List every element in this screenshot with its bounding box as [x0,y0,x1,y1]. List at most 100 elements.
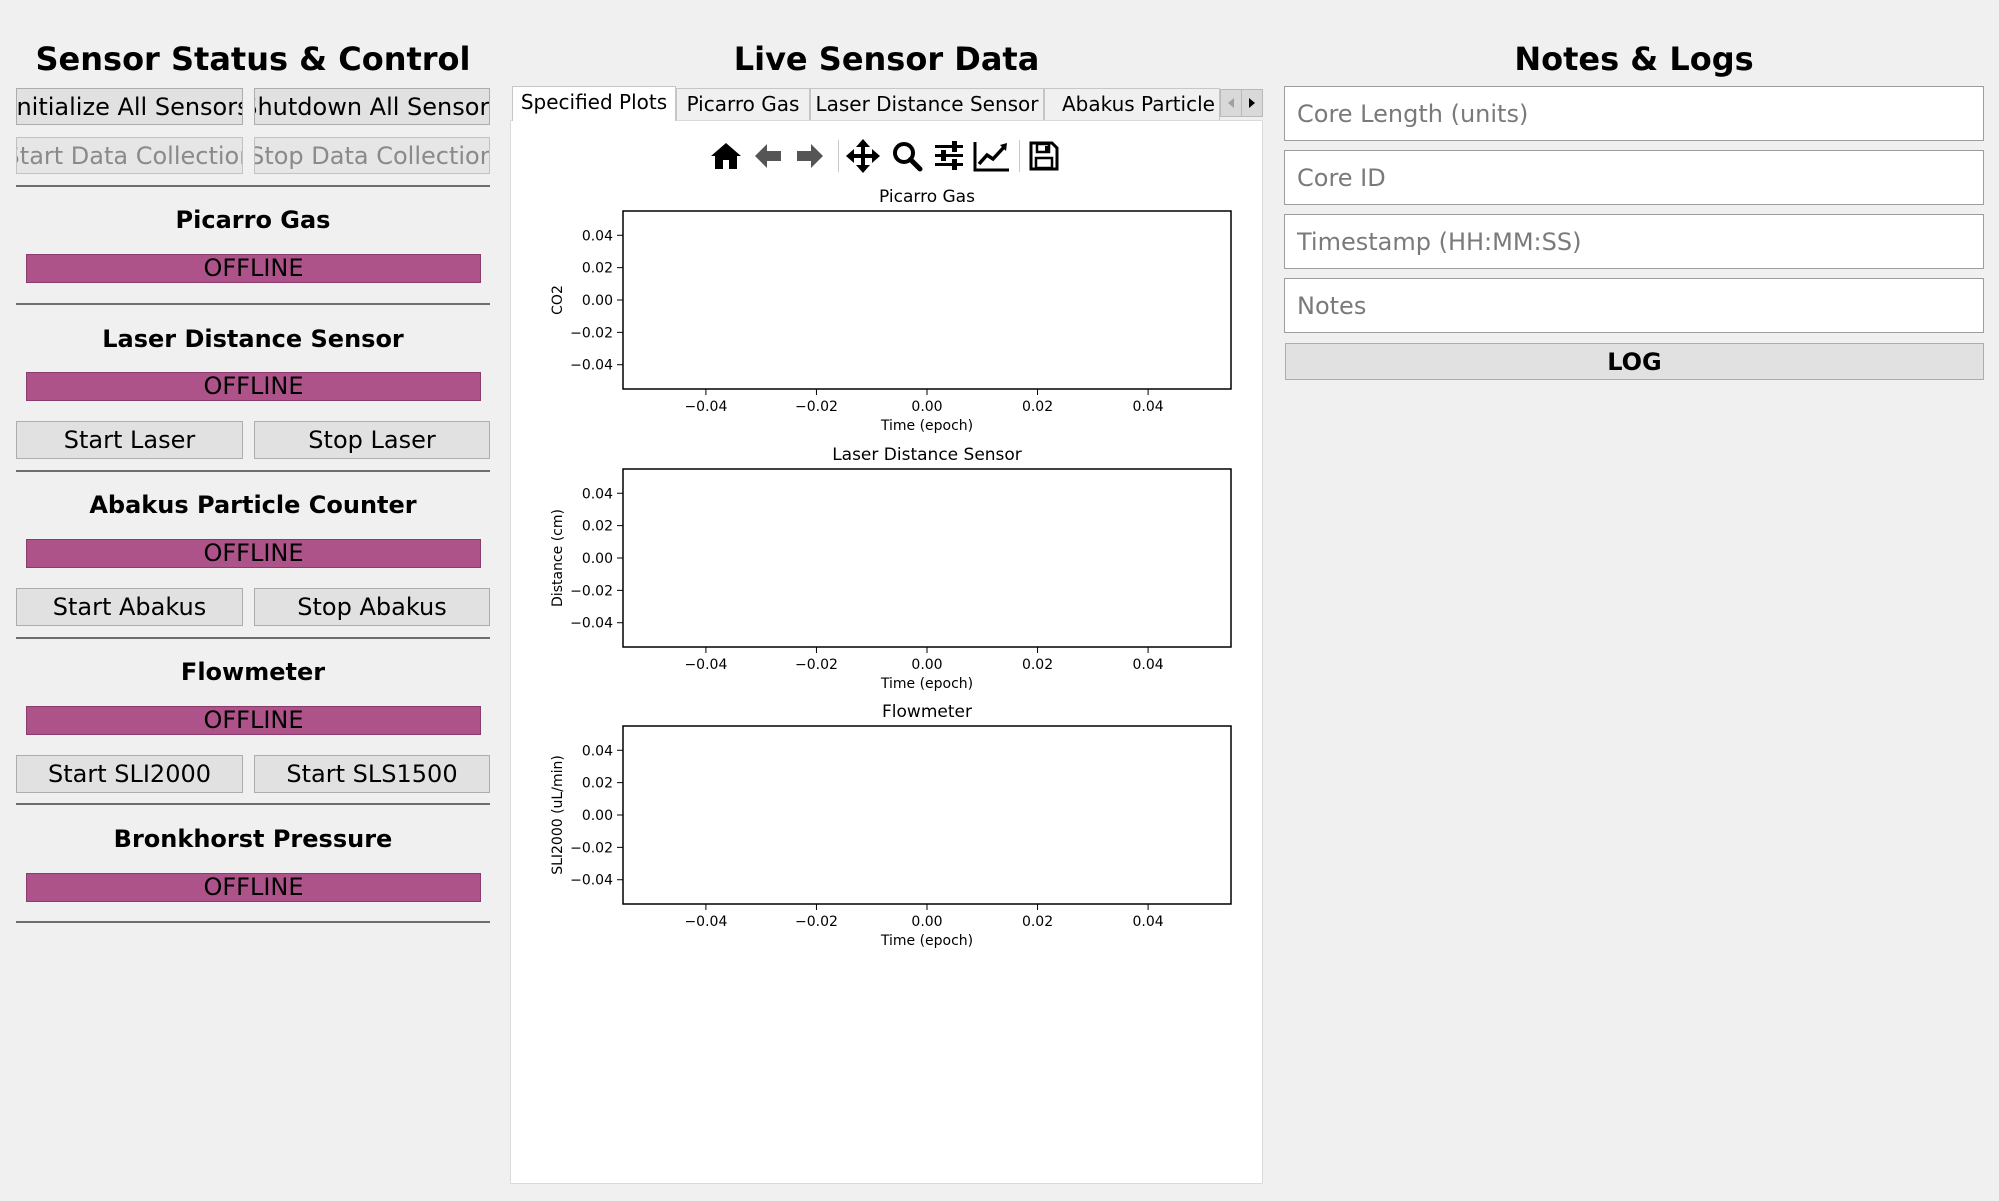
y-tick-label: 0.04 [582,743,613,759]
toolbar-separator [1019,140,1020,172]
tab-laser-distance-sensor[interactable]: Laser Distance Sensor [810,88,1044,120]
plot-area [622,210,1232,390]
sensor-status-title: Sensor Status & Control [35,40,471,78]
save-button[interactable] [1024,136,1064,176]
stop-laser-button[interactable]: Stop Laser [254,421,490,459]
chevron-left-icon [1228,98,1234,108]
edit-axis-button[interactable] [972,136,1012,176]
laser-status-badge: OFFLINE [26,372,481,401]
live-sensor-data-title: Live Sensor Data [733,40,1040,78]
x-tick-label: −0.02 [795,657,838,673]
x-tick-label: −0.04 [684,399,727,415]
flowmeter-chart[interactable]: Flowmeter −0.04 −0.02 0.00 0.02 0.04 0.04 0.02 0… [540,697,1240,952]
y-tick-label: 0.04 [582,486,613,502]
flowmeter-title: Flowmeter [180,658,326,686]
configure-subplots-button[interactable] [929,136,969,176]
picarro-gas-title: Picarro Gas [175,206,331,234]
y-tick-label: 0.00 [582,808,613,824]
tab-scroll-right-button[interactable] [1241,89,1263,117]
forward-arrow-icon [797,144,823,168]
y-tick-label: 0.02 [582,261,613,277]
x-tick-label: 0.02 [1022,399,1053,415]
tab-specified-plots[interactable]: Specified Plots [512,86,676,121]
home-icon [711,143,741,169]
stop-data-collection-button[interactable]: Stop Data Collection [254,137,490,174]
stop-abakus-button[interactable]: Stop Abakus [254,588,490,626]
x-tick-label: 0.00 [911,657,942,673]
divider [16,303,490,305]
start-sli2000-button[interactable]: Start SLI2000 [16,755,243,793]
core-id-input[interactable] [1284,150,1984,205]
y-tick-label: −0.02 [570,325,613,341]
edit-axis-icon [973,142,1009,172]
chevron-right-icon [1249,98,1255,108]
bronkhorst-pressure-title: Bronkhorst Pressure [113,825,393,853]
x-tick-label: 0.04 [1133,914,1164,930]
plot-area [622,725,1232,905]
notes-logs-title: Notes & Logs [1514,40,1754,78]
abakus-particle-counter-title: Abakus Particle Counter [89,491,417,519]
divider [16,921,490,923]
x-tick-label: 0.02 [1022,914,1053,930]
x-axis-label: Time (epoch) [880,933,973,949]
back-button[interactable] [748,136,788,176]
abakus-status-badge: OFFLINE [26,539,481,568]
x-tick-label: −0.02 [795,914,838,930]
tab-picarro-gas[interactable]: Picarro Gas [676,88,810,120]
x-tick-label: −0.04 [684,914,727,930]
x-tick-label: −0.04 [684,657,727,673]
x-tick-label: 0.02 [1022,657,1053,673]
x-tick-label: 0.00 [911,914,942,930]
start-abakus-button[interactable]: Start Abakus [16,588,243,626]
y-tick-label: −0.04 [570,616,613,632]
y-axis-label: Distance (cm) [550,509,566,607]
y-tick-label: −0.04 [570,873,613,889]
y-tick-label: 0.00 [582,551,613,567]
configure-subplots-icon [935,141,963,170]
y-axis-label: SLI2000 (uL/min) [550,755,566,875]
laser-distance-sensor-title: Laser Distance Sensor [102,325,404,353]
start-data-collection-button[interactable]: Start Data Collection [16,137,243,174]
tab-abakus-particle-counter[interactable]: Abakus Particle Co [1044,88,1220,120]
pan-button[interactable] [843,136,883,176]
log-button[interactable]: LOG [1285,343,1984,380]
start-sls1500-button[interactable]: Start SLS1500 [254,755,490,793]
tab-scroll-left-button[interactable] [1220,89,1242,117]
bronkhorst-status-badge: OFFLINE [26,873,481,902]
chart-title: Picarro Gas [879,187,975,207]
y-tick-label: 0.00 [582,293,613,309]
toolbar-separator [838,140,839,172]
home-button[interactable] [706,136,746,176]
back-arrow-icon [755,144,781,168]
x-tick-label: 0.00 [911,399,942,415]
plot-area [622,468,1232,648]
divider [16,185,490,187]
divider [16,470,490,472]
flowmeter-status-badge: OFFLINE [26,706,481,735]
x-tick-label: 0.04 [1133,657,1164,673]
timestamp-input[interactable] [1284,214,1984,269]
start-laser-button[interactable]: Start Laser [16,421,243,459]
forward-button[interactable] [790,136,830,176]
initialize-all-sensors-button[interactable]: Initialize All Sensors [16,88,243,125]
notes-input[interactable] [1284,278,1984,333]
laser-distance-chart[interactable]: Laser Distance Sensor −0.04 −0.02 0.00 0.02 0… [540,440,1240,695]
x-axis-label: Time (epoch) [880,676,973,692]
pan-icon [846,139,880,173]
chart-title: Flowmeter [882,702,972,722]
x-tick-label: −0.02 [795,399,838,415]
y-tick-label: −0.02 [570,840,613,856]
y-tick-label: 0.02 [582,519,613,535]
divider [16,637,490,639]
shutdown-all-sensors-button[interactable]: Shutdown All Sensors [254,88,490,125]
y-tick-label: 0.02 [582,776,613,792]
chart-title: Laser Distance Sensor [832,445,1022,465]
y-tick-label: −0.04 [570,358,613,374]
picarro-gas-chart[interactable]: Picarro Gas −0.04 −0.02 0.00 0.02 0.04 0.04 0.0… [540,182,1240,437]
core-length-input[interactable] [1284,86,1984,141]
zoom-button[interactable] [887,136,927,176]
zoom-icon [893,142,923,172]
x-axis-label: Time (epoch) [880,418,973,434]
divider [16,803,490,805]
save-icon [1029,141,1059,171]
